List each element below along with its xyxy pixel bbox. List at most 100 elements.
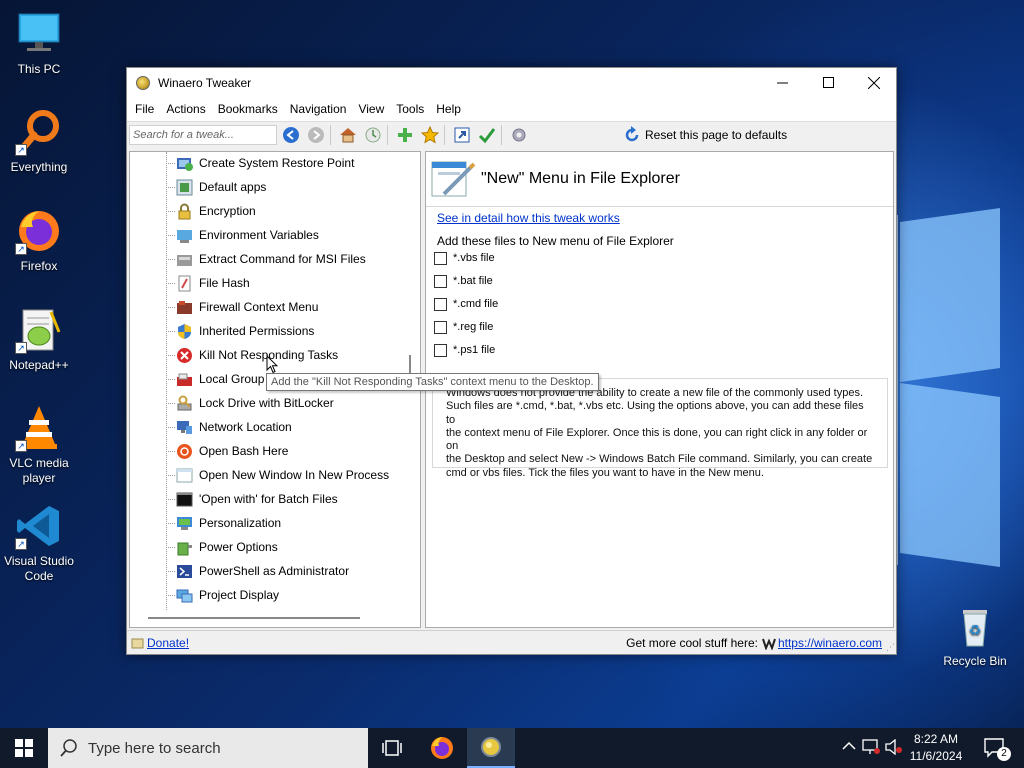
- vbs-file-checkbox[interactable]: *.vbs file: [434, 249, 495, 267]
- shortcut-arrow-icon: ↗: [15, 342, 27, 354]
- menu-tools[interactable]: Tools: [390, 97, 430, 121]
- add-bookmark-button[interactable]: [394, 124, 416, 146]
- winaero-site-link[interactable]: https://winaero.com: [778, 636, 882, 650]
- tree-connector: [166, 595, 175, 596]
- description-line: cmd or vbs files. Tick the files you wan…: [446, 466, 764, 479]
- settings-button[interactable]: [508, 124, 530, 146]
- more-stuff-section: Get more cool stuff here: https://winaer…: [626, 636, 882, 650]
- menu-view[interactable]: View: [352, 97, 390, 121]
- desktop-icon-vlc[interactable]: ↗ VLC media player: [1, 404, 77, 486]
- taskbar-clock[interactable]: 8:22 AM 11/6/2024: [906, 731, 966, 765]
- shortcut-arrow-icon: ↗: [15, 243, 27, 255]
- menu-file[interactable]: File: [129, 97, 160, 121]
- tree-connector: [166, 547, 175, 548]
- taskbar-search-placeholder: Type here to search: [88, 739, 221, 757]
- desktop-icon-everything[interactable]: ↗ Everything: [1, 108, 77, 175]
- shortcut-icon: [454, 127, 470, 143]
- bookmarks-button[interactable]: [419, 124, 441, 146]
- forward-button[interactable]: [305, 124, 327, 146]
- ps1-file-checkbox[interactable]: *.ps1 file: [434, 341, 495, 359]
- tree-connector: [166, 403, 175, 404]
- files-section-label: Add these files to New menu of File Expl…: [437, 234, 674, 248]
- chevron-up-icon: [842, 741, 856, 750]
- tree-connector: [166, 355, 175, 356]
- export-button[interactable]: [451, 124, 473, 146]
- tree-connector: [166, 331, 175, 332]
- close-button[interactable]: [851, 68, 897, 97]
- scrollbar-thumb[interactable]: [409, 355, 411, 373]
- taskbar-search-box[interactable]: Type here to search: [48, 728, 368, 768]
- tree-item-label: Project Display: [199, 588, 280, 602]
- title-bar[interactable]: Winaero Tweaker: [127, 68, 896, 97]
- desktop-icon-recycle-bin[interactable]: ♻ Recycle Bin: [937, 602, 1013, 669]
- network-tray-button[interactable]: [862, 739, 880, 758]
- tree-item-label: Open Bash Here: [199, 444, 289, 458]
- vlc-icon: ↗: [15, 404, 63, 452]
- tree-item-label: Power Options: [199, 540, 278, 554]
- maximize-icon: [822, 77, 834, 88]
- resize-grip-icon[interactable]: ⋰: [886, 642, 895, 653]
- tree-horizontal-scrollbar[interactable]: [130, 610, 420, 627]
- tree-item-label: 'Open with' for Batch Files: [199, 492, 338, 506]
- menu-bookmarks[interactable]: Bookmarks: [212, 97, 284, 121]
- winaero-app-icon: [136, 75, 150, 90]
- checkbox-box[interactable]: [434, 274, 447, 288]
- tree-connector: [166, 211, 175, 212]
- tree-connector: [166, 235, 175, 236]
- checkbox-box[interactable]: [434, 343, 447, 357]
- desktop-icon-notepadpp[interactable]: ↗ Notepad++: [1, 306, 77, 373]
- tree-item-label: Network Location: [199, 420, 292, 434]
- bat-file-checkbox[interactable]: *.bat file: [434, 272, 493, 290]
- donate-icon: [131, 638, 144, 648]
- history-button[interactable]: [362, 124, 384, 146]
- home-button[interactable]: [337, 124, 359, 146]
- apply-button[interactable]: [476, 124, 498, 146]
- checkbox-label: *.bat file: [453, 275, 493, 287]
- taskbar: Type here to search 8:22 AM 11/6/2024 2: [0, 728, 1024, 768]
- reset-page-button[interactable]: Reset this page to defaults: [623, 124, 787, 146]
- volume-tray-button[interactable]: [885, 738, 903, 758]
- desktop-icon-label: Firefox: [20, 259, 58, 273]
- tree-item-label: Environment Variables: [199, 228, 319, 242]
- desktop-icon-vscode[interactable]: ↗ Visual Studio Code: [1, 502, 77, 584]
- scrollbar-thumb[interactable]: [148, 617, 360, 619]
- checkbox-box[interactable]: [434, 251, 447, 265]
- donate-link[interactable]: Donate!: [147, 636, 189, 650]
- cmd-file-checkbox[interactable]: *.cmd file: [434, 295, 498, 313]
- checkbox-box[interactable]: [434, 297, 447, 311]
- tree-connector: [166, 187, 175, 188]
- minimize-button[interactable]: [759, 68, 805, 97]
- gear-icon: [512, 128, 526, 142]
- status-bar: Donate! Get more cool stuff here: https:…: [127, 630, 896, 654]
- reg-file-checkbox[interactable]: *.reg file: [434, 318, 493, 336]
- back-arrow-icon: [283, 127, 299, 143]
- task-view-button[interactable]: [368, 728, 416, 768]
- notification-center-button[interactable]: 2: [984, 738, 1011, 761]
- wallpaper-light-beam: [900, 382, 1000, 568]
- tree-item-label: Default apps: [199, 180, 267, 194]
- toolbar-separator: [444, 125, 445, 145]
- maximize-button[interactable]: [805, 68, 851, 97]
- tweak-search-input[interactable]: [129, 125, 277, 145]
- taskbar-firefox-button[interactable]: [418, 728, 466, 768]
- desktop-icon-firefox[interactable]: ↗ Firefox: [1, 207, 77, 274]
- power-icon: [177, 542, 192, 556]
- file-hash-icon: [178, 275, 191, 292]
- menu-navigation[interactable]: Navigation: [284, 97, 353, 121]
- start-button[interactable]: [0, 728, 48, 768]
- menu-actions[interactable]: Actions: [160, 97, 211, 121]
- checkbox-box[interactable]: [434, 320, 447, 334]
- tweak-details-link[interactable]: See in detail how this tweak works: [437, 211, 620, 225]
- wallpaper-light-beam: [900, 207, 1000, 383]
- tray-overflow-button[interactable]: [842, 739, 856, 756]
- page-title: "New" Menu in File Explorer: [481, 170, 680, 187]
- taskbar-winaero-button[interactable]: [467, 728, 515, 768]
- desktop-icon-label: Visual Studio Code: [4, 554, 74, 583]
- menu-help[interactable]: Help: [430, 97, 467, 121]
- console-icon: [176, 492, 193, 507]
- desktop-icon-this-pc[interactable]: This PC: [1, 10, 77, 77]
- personalization-icon: [177, 517, 192, 530]
- back-button[interactable]: [280, 124, 302, 146]
- firefox-icon: ↗: [15, 207, 63, 255]
- shortcut-arrow-icon: ↗: [15, 144, 27, 156]
